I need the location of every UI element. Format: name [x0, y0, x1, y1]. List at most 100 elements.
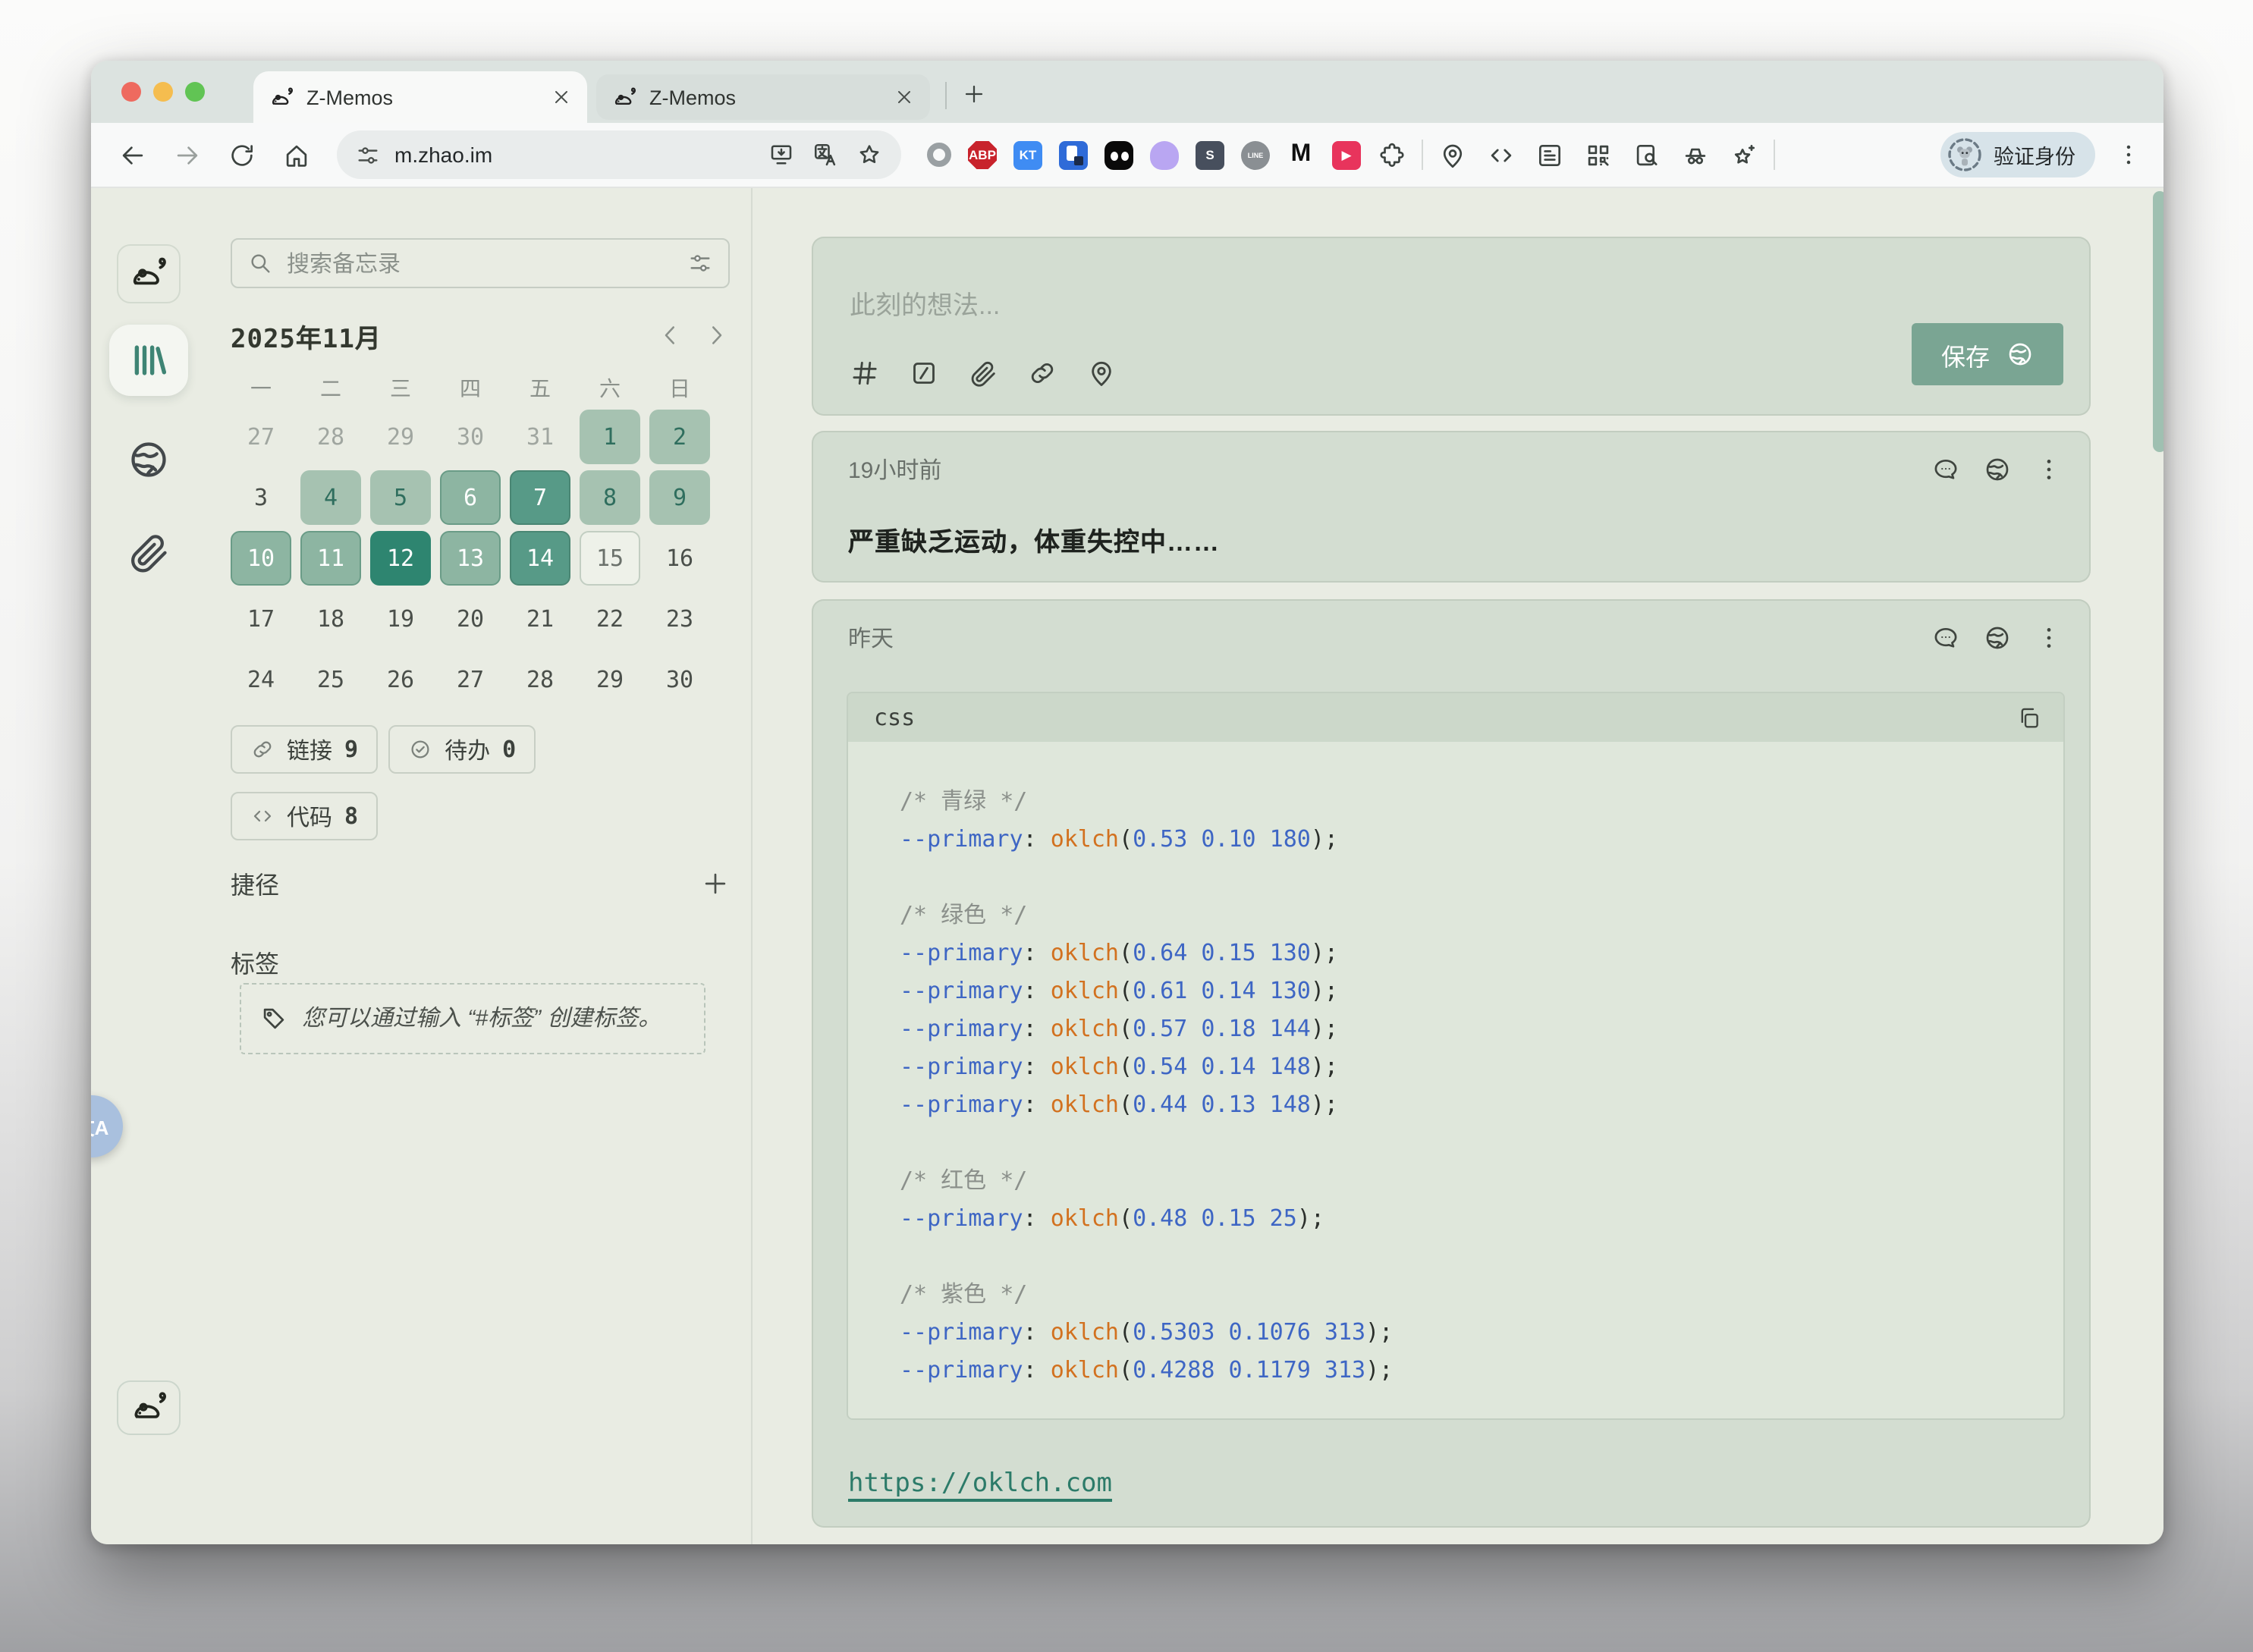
- incognito-icon[interactable]: [1681, 140, 1710, 169]
- calendar-next-icon[interactable]: [702, 322, 730, 349]
- scrollbar-thumb[interactable]: [2153, 191, 2163, 452]
- bottom-mouse-button[interactable]: [116, 1380, 180, 1435]
- calendar-day[interactable]: 27: [231, 410, 291, 464]
- profile-button[interactable]: 验证身份: [1940, 132, 2095, 177]
- calendar-day[interactable]: 3: [231, 470, 291, 525]
- calendar-day[interactable]: 8: [580, 470, 640, 525]
- calendar-day[interactable]: 12: [370, 531, 431, 586]
- stat-chip-待办[interactable]: 待办0: [388, 725, 536, 774]
- tab-close-icon[interactable]: [551, 86, 572, 108]
- translate-icon[interactable]: [812, 141, 839, 168]
- calendar-day[interactable]: 30: [649, 652, 710, 707]
- calendar-day[interactable]: 9: [649, 470, 710, 525]
- back-button[interactable]: [112, 135, 152, 174]
- calendar-day[interactable]: 11: [300, 531, 361, 586]
- search-filter-icon[interactable]: [687, 250, 713, 276]
- calendar-day[interactable]: 17: [231, 592, 291, 646]
- memo-more-button[interactable]: [2035, 623, 2063, 652]
- calendar-day[interactable]: 7: [510, 470, 570, 525]
- calendar-day[interactable]: 19: [370, 592, 431, 646]
- calendar-day[interactable]: 28: [510, 652, 570, 707]
- calendar-day[interactable]: 22: [580, 592, 640, 646]
- hash-icon[interactable]: [850, 358, 880, 388]
- reload-button[interactable]: [222, 135, 261, 174]
- calendar-day[interactable]: 16: [649, 531, 710, 586]
- comment-icon[interactable]: [1931, 623, 1960, 652]
- star-sparkle-icon[interactable]: [1730, 140, 1758, 169]
- visibility-globe-icon[interactable]: [1983, 623, 2012, 652]
- install-app-icon[interactable]: [768, 141, 795, 168]
- tab-z-memos-active[interactable]: Z-Memos: [253, 71, 587, 123]
- s-extension[interactable]: S: [1196, 140, 1224, 169]
- calendar-day[interactable]: 25: [300, 652, 361, 707]
- memo-editor-card[interactable]: 此刻的想法... 保存: [812, 237, 2091, 416]
- stat-chip-链接[interactable]: 链接9: [231, 725, 378, 774]
- forward-button[interactable]: [167, 135, 206, 174]
- adblock-plus-extension[interactable]: ABP: [968, 140, 997, 169]
- calendar-day[interactable]: 29: [370, 410, 431, 464]
- calendar-day[interactable]: 4: [300, 470, 361, 525]
- nav-explore[interactable]: [125, 437, 171, 482]
- qr-code-icon[interactable]: [1584, 140, 1613, 169]
- location-pin-icon[interactable]: [1438, 140, 1467, 169]
- calendar-day[interactable]: 28: [300, 410, 361, 464]
- app-logo[interactable]: [116, 244, 180, 303]
- copy-code-button[interactable]: [2016, 705, 2042, 730]
- new-tab-button[interactable]: [962, 74, 1001, 114]
- calendar-day[interactable]: 14: [510, 531, 570, 586]
- m-extension[interactable]: M: [1287, 140, 1315, 169]
- reading-list-icon[interactable]: [1535, 140, 1564, 169]
- save-button[interactable]: 保存: [1912, 323, 2063, 385]
- tab-z-memos-inactive[interactable]: Z-Memos: [596, 74, 930, 120]
- eyes-extension[interactable]: [1105, 140, 1133, 169]
- search-input[interactable]: 搜索备忘录: [231, 238, 730, 288]
- link-icon[interactable]: [1027, 358, 1057, 388]
- calendar-prev-icon[interactable]: [657, 322, 684, 349]
- calendar-day[interactable]: 10: [231, 531, 291, 586]
- memo-more-button[interactable]: [2035, 455, 2063, 484]
- add-shortcut-button[interactable]: [701, 868, 730, 897]
- calendar-day[interactable]: 31: [510, 410, 570, 464]
- task-icon[interactable]: [909, 358, 939, 388]
- calendar-day[interactable]: 15: [580, 531, 640, 586]
- video-extension[interactable]: ▶: [1332, 140, 1361, 169]
- line-extension[interactable]: LINE: [1241, 140, 1270, 169]
- calendar-day[interactable]: 23: [649, 592, 710, 646]
- home-button[interactable]: [276, 135, 316, 174]
- address-bar[interactable]: m.zhao.im: [337, 130, 901, 179]
- code-icon[interactable]: [1487, 140, 1516, 169]
- location-pin-icon[interactable]: [1086, 358, 1117, 388]
- calendar-day[interactable]: 20: [440, 592, 501, 646]
- close-window-button[interactable]: [121, 82, 141, 102]
- calendar-day[interactable]: 6: [440, 470, 501, 525]
- nav-resources[interactable]: [125, 529, 171, 575]
- calendar-day[interactable]: 24: [231, 652, 291, 707]
- calendar-day[interactable]: 2: [649, 410, 710, 464]
- calendar-day[interactable]: 21: [510, 592, 570, 646]
- kt-extension[interactable]: KT: [1013, 140, 1042, 169]
- browser-menu-button[interactable]: [2115, 141, 2142, 168]
- card-lock-extension[interactable]: [1059, 140, 1088, 169]
- calendar-day[interactable]: 27: [440, 652, 501, 707]
- calendar-day[interactable]: 26: [370, 652, 431, 707]
- nav-memos-active[interactable]: [108, 325, 187, 396]
- ghost-extension[interactable]: [1150, 140, 1179, 169]
- comment-icon[interactable]: [1931, 455, 1960, 484]
- tab-close-icon[interactable]: [894, 86, 915, 108]
- paperclip-icon[interactable]: [968, 358, 998, 388]
- calendar-day[interactable]: 5: [370, 470, 431, 525]
- orb-extension[interactable]: [927, 143, 951, 167]
- stat-chip-代码[interactable]: 代码8: [231, 792, 378, 840]
- calendar-day[interactable]: 13: [440, 531, 501, 586]
- visibility-globe-icon[interactable]: [1983, 455, 2012, 484]
- bookmark-star-icon[interactable]: [856, 141, 883, 168]
- calendar-day[interactable]: 18: [300, 592, 361, 646]
- memo-link[interactable]: https://oklch.com: [848, 1468, 1112, 1499]
- calendar-day[interactable]: 1: [580, 410, 640, 464]
- calendar-day[interactable]: 29: [580, 652, 640, 707]
- extensions-puzzle-icon[interactable]: [1378, 140, 1406, 169]
- site-settings-icon[interactable]: [355, 142, 381, 168]
- minimize-window-button[interactable]: [153, 82, 173, 102]
- calendar-day[interactable]: 30: [440, 410, 501, 464]
- zoom-window-button[interactable]: [185, 82, 205, 102]
